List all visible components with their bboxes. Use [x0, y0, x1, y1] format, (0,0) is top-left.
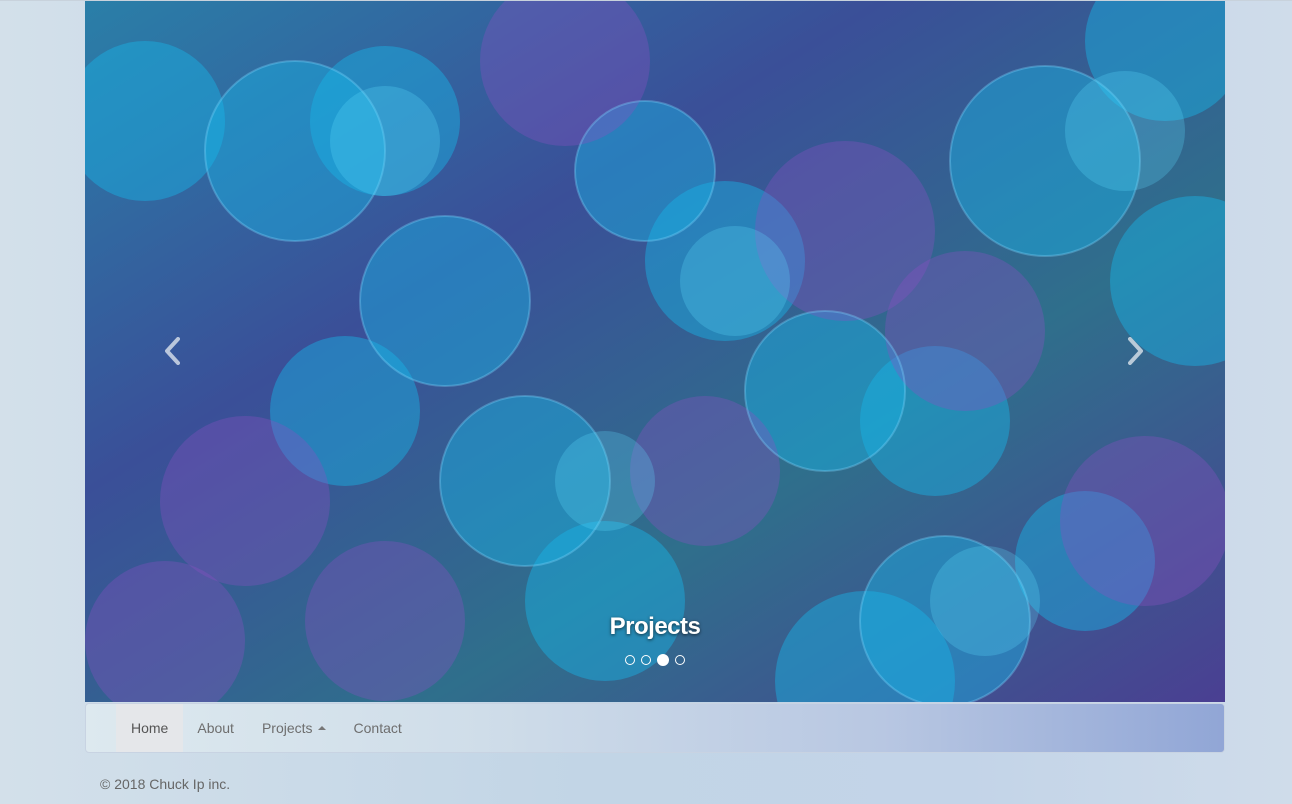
nav-item-label: Contact [353, 720, 402, 736]
nav-list: Home About Projects Contact [86, 704, 416, 752]
nav-item-projects-dropdown[interactable]: Projects [248, 704, 340, 752]
carousel-indicator-2[interactable] [641, 655, 651, 665]
carousel-indicators [85, 654, 1225, 666]
carousel-next-button[interactable] [1105, 321, 1165, 381]
carousel-prev-button[interactable] [143, 321, 203, 381]
carousel-indicator-4[interactable] [675, 655, 685, 665]
nav-item-label: Home [131, 720, 169, 736]
nav-item-label: About [197, 720, 234, 736]
bokeh-background-image [85, 1, 1225, 702]
nav-item-contact[interactable]: Contact [340, 704, 416, 752]
nav-item-label: Projects [261, 720, 313, 736]
caret-up-icon [317, 726, 326, 730]
main-navbar: Home About Projects Contact [85, 703, 1225, 753]
nav-item-about[interactable]: About [183, 704, 248, 752]
chevron-left-icon [165, 337, 180, 365]
footer-copyright: © 2018 Chuck Ip inc. [100, 776, 231, 792]
carousel-caption: Projects [609, 613, 701, 640]
chevron-right-icon [1128, 337, 1143, 365]
hero-carousel: Projects [85, 1, 1225, 702]
carousel-indicator-1[interactable] [625, 655, 635, 665]
nav-item-home[interactable]: Home [116, 704, 184, 752]
carousel-indicator-3[interactable] [657, 654, 669, 666]
